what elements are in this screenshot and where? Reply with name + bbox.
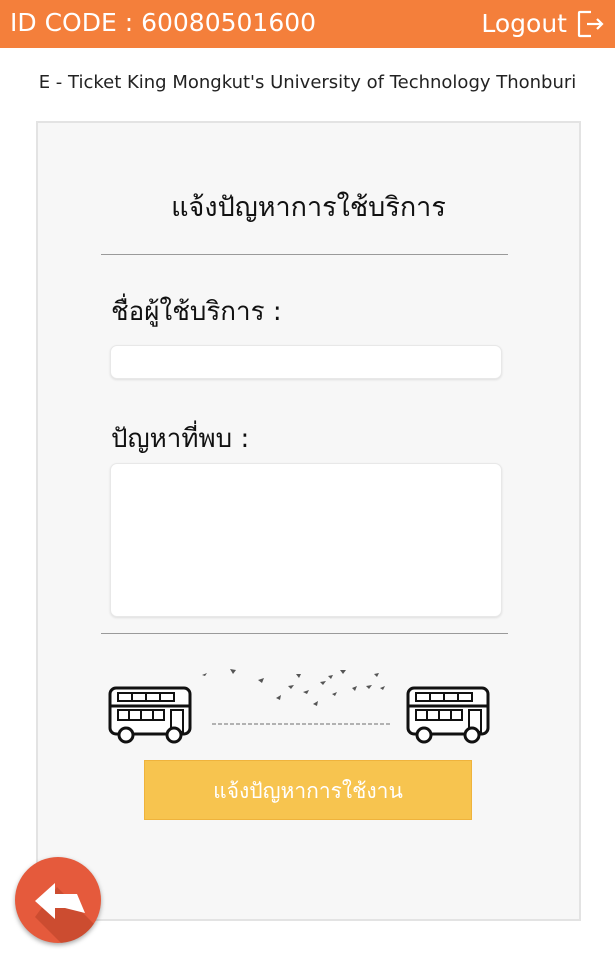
birds-icon <box>202 669 385 706</box>
report-problem-card: แจ้งปัญหาการใช้บริการ ชื่อผู้ใช้บริการ :… <box>36 121 581 921</box>
back-button[interactable] <box>15 857 101 943</box>
problem-textarea[interactable] <box>110 463 502 617</box>
bus-road-birds-illustration <box>108 669 490 744</box>
name-label: ชื่อผู้ใช้บริการ : <box>111 297 282 327</box>
id-code-text: ID CODE : 60080501600 <box>10 8 317 37</box>
name-input[interactable] <box>110 345 502 379</box>
bottom-divider <box>101 633 508 634</box>
submit-report-button[interactable]: แจ้งปัญหาการใช้งาน <box>144 760 472 820</box>
bus-right-icon <box>406 686 490 744</box>
top-divider <box>101 254 508 255</box>
logout-icon <box>577 10 604 38</box>
back-arrow-icon <box>35 883 101 943</box>
logout-button[interactable]: Logout <box>481 8 605 40</box>
logout-label: Logout <box>481 9 567 38</box>
form-title: แจ้งปัญหาการใช้บริการ <box>171 192 446 223</box>
page-subtitle: E - Ticket King Mongkut's University of … <box>38 72 577 93</box>
bus-left-icon <box>108 686 192 744</box>
problem-label: ปัญหาที่พบ : <box>111 424 250 454</box>
top-bar: ID CODE : 60080501600 Logout <box>0 0 615 48</box>
